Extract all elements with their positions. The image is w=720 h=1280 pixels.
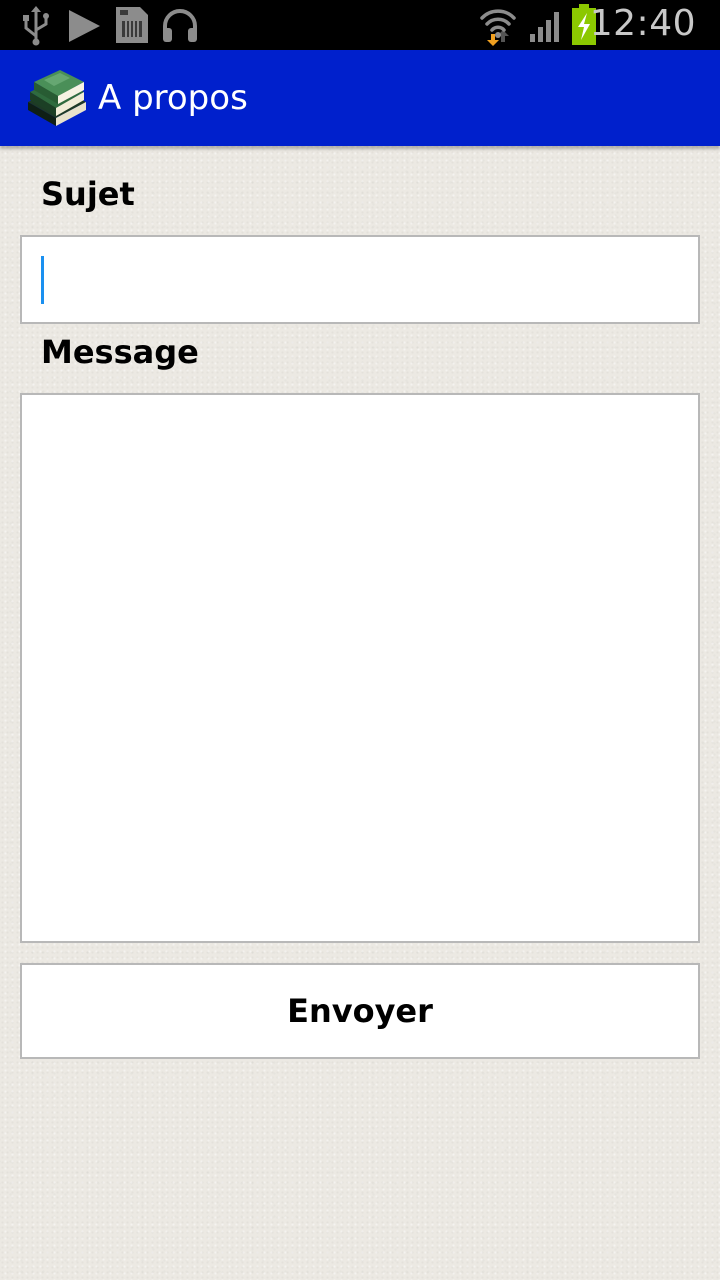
signal-icon xyxy=(530,12,559,42)
headphones-icon xyxy=(163,9,197,42)
subject-label: Sujet xyxy=(41,175,135,213)
message-textarea[interactable] xyxy=(20,393,700,943)
wifi-icon xyxy=(480,9,516,46)
action-bar: A propos xyxy=(0,50,720,146)
status-bar: 12:40 xyxy=(0,0,720,50)
books-logo-icon[interactable] xyxy=(24,68,90,130)
status-time: 12:40 xyxy=(589,3,696,44)
message-label: Message xyxy=(41,333,199,371)
play-store-icon xyxy=(69,10,100,42)
page-title: A propos xyxy=(98,78,248,118)
usb-icon xyxy=(23,6,49,46)
subject-input[interactable] xyxy=(20,235,700,324)
send-button[interactable]: Envoyer xyxy=(20,963,700,1059)
sd-card-icon xyxy=(116,7,148,43)
send-button-label: Envoyer xyxy=(287,992,433,1030)
text-cursor xyxy=(41,256,44,304)
